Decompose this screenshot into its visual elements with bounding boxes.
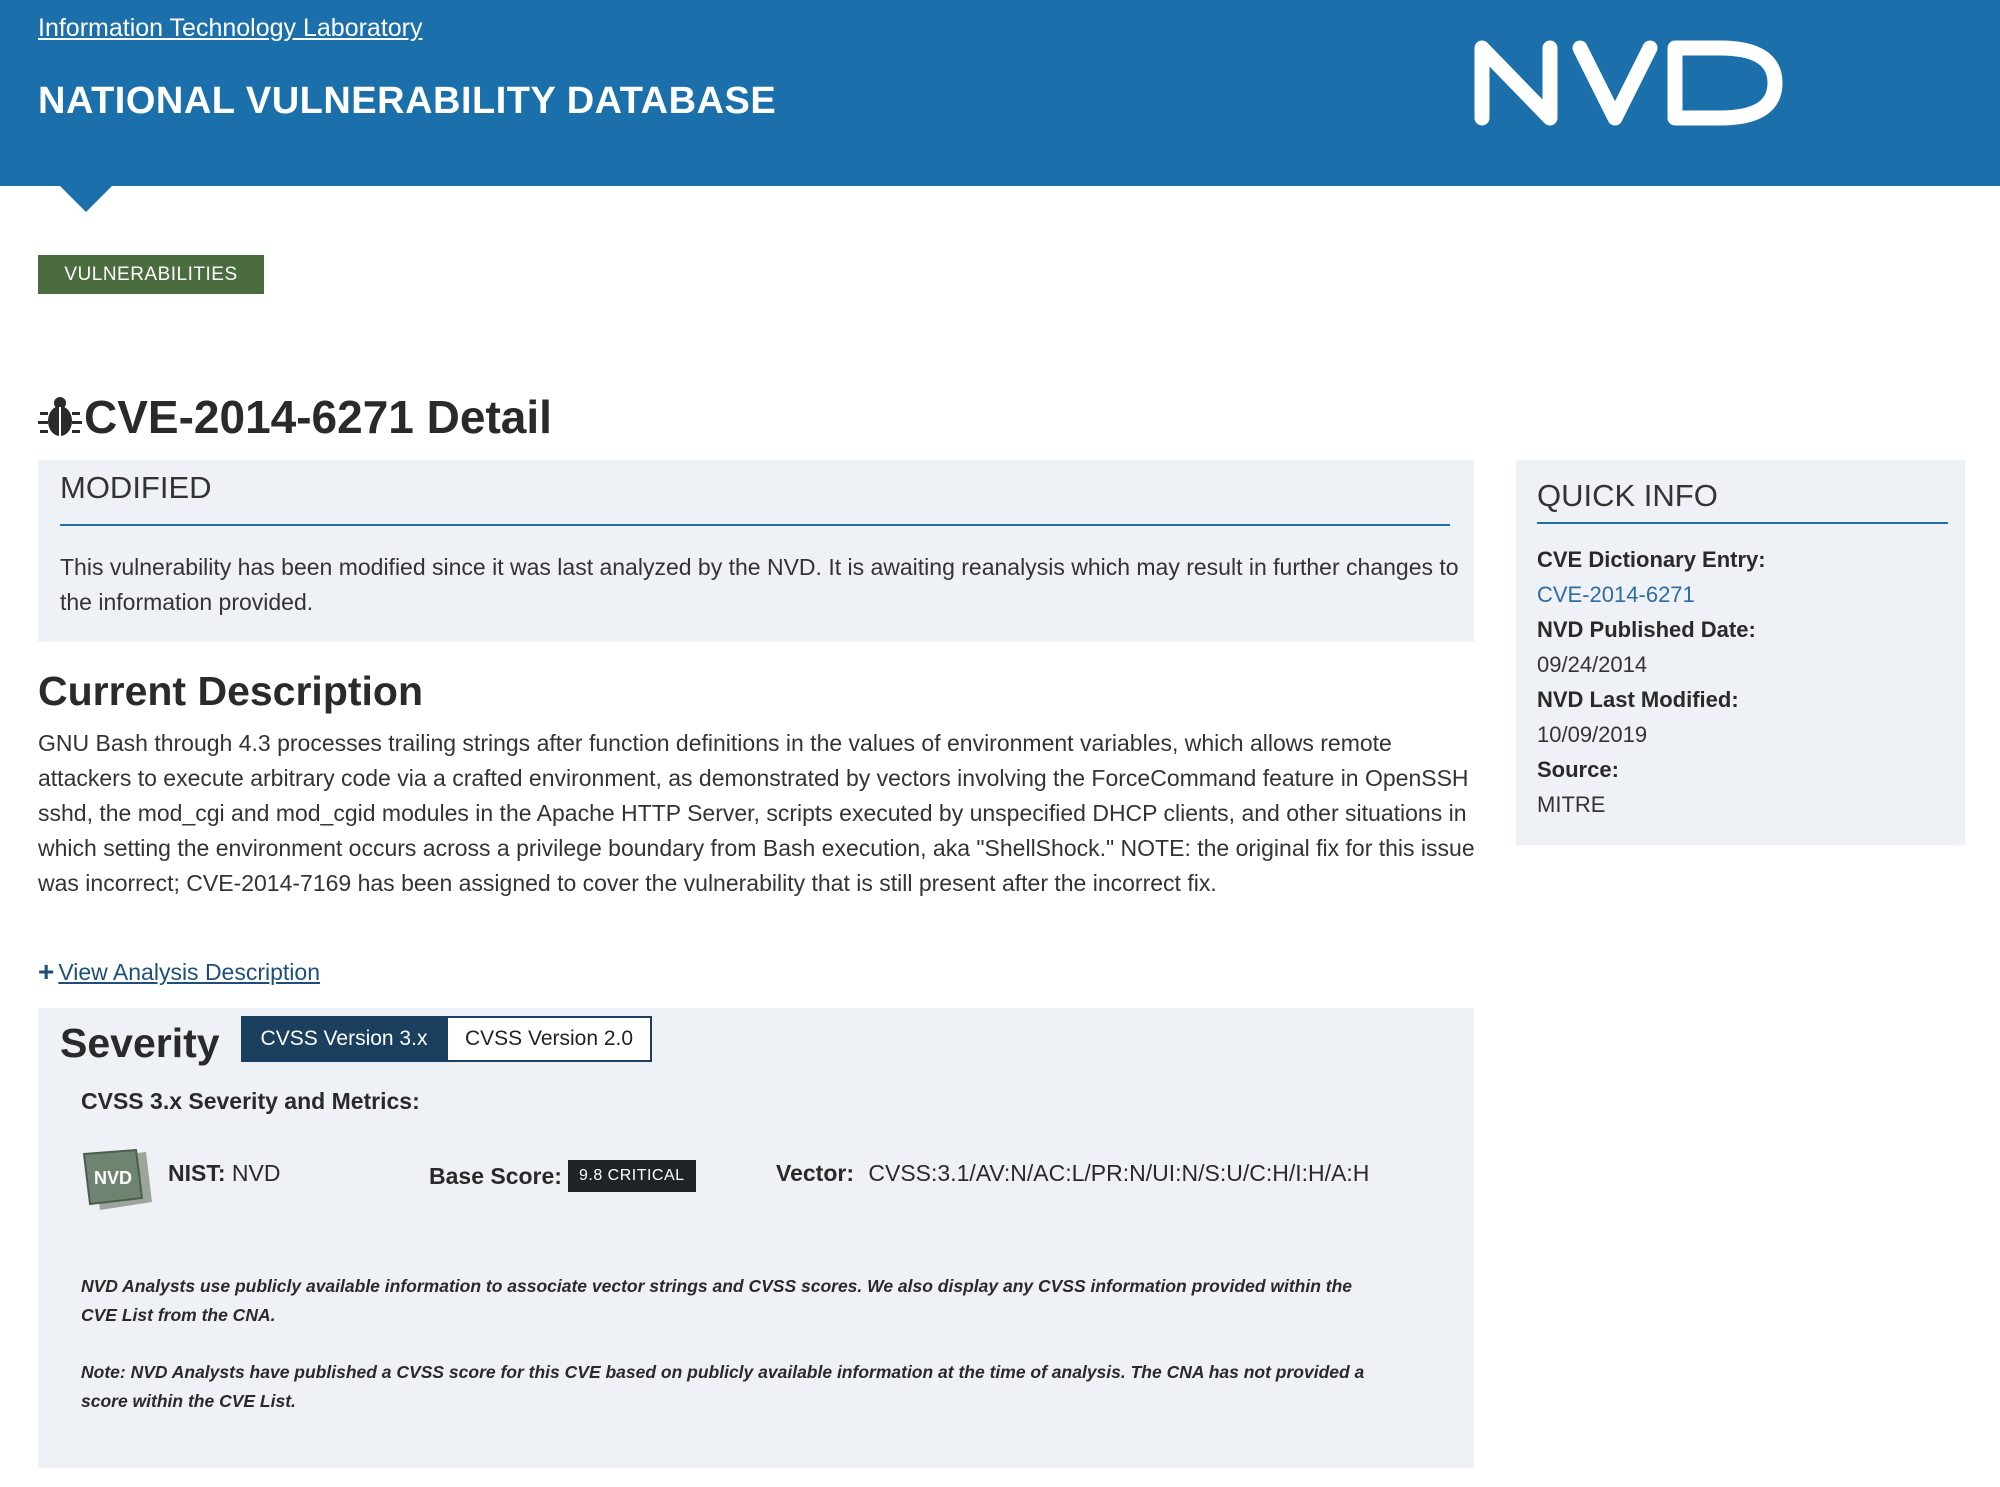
base-score-badge[interactable]: 9.8 CRITICAL bbox=[567, 1160, 696, 1192]
cna-note: Note: NVD Analysts have published a CVSS… bbox=[81, 1362, 1365, 1411]
base-score-row: Base Score: 9.8 CRITICAL bbox=[429, 1160, 696, 1192]
nist-row: NIST: NVD bbox=[168, 1160, 280, 1187]
nvd-badge-icon: NVD bbox=[82, 1148, 152, 1210]
severity-title: Severity bbox=[60, 1020, 220, 1066]
quick-info-title: QUICK INFO bbox=[1537, 478, 1718, 513]
header-notch bbox=[60, 186, 112, 212]
tab-cvss-2[interactable]: CVSS Version 2.0 bbox=[446, 1016, 652, 1062]
current-description-text: GNU Bash through 4.3 processes trailing … bbox=[38, 730, 1475, 896]
last-modified-value: 10/09/2019 bbox=[1537, 722, 1648, 747]
vector-value: CVSS:3.1/AV:N/AC:L/PR:N/UI:N/S:U/C:H/I:H… bbox=[868, 1160, 1370, 1186]
modified-notice: MODIFIED This vulnerability has been mod… bbox=[38, 460, 1474, 642]
severity-section: Severity CVSS Version 3.x CVSS Version 2… bbox=[38, 1008, 1474, 1468]
published-date-label: NVD Published Date: bbox=[1537, 617, 1756, 642]
vector-label: Vector: bbox=[776, 1160, 854, 1186]
dictionary-entry-label: CVE Dictionary Entry: bbox=[1537, 547, 1766, 572]
page-title: CVE-2014-6271 Detail bbox=[38, 390, 552, 444]
breadcrumb-vulnerabilities[interactable]: VULNERABILITIES bbox=[38, 255, 264, 294]
metrics-heading: CVSS 3.x Severity and Metrics: bbox=[81, 1088, 420, 1114]
bug-icon bbox=[38, 397, 82, 436]
site-header: Information Technology Laboratory NATION… bbox=[0, 0, 2000, 186]
current-description-heading: Current Description bbox=[38, 668, 423, 714]
vector-row: Vector: CVSS:3.1/AV:N/AC:L/PR:N/UI:N/S:U… bbox=[776, 1160, 1369, 1187]
nvd-logo[interactable] bbox=[1470, 36, 1790, 126]
quick-info-list: CVE Dictionary Entry: CVE-2014-6271 NVD … bbox=[1537, 542, 1766, 822]
nist-label: NIST: bbox=[168, 1160, 226, 1186]
nist-value: NVD bbox=[231, 1160, 281, 1186]
base-score-label: Base Score: bbox=[429, 1162, 562, 1189]
tab-cvss-3x[interactable]: CVSS Version 3.x bbox=[241, 1016, 447, 1062]
last-modified-label: NVD Last Modified: bbox=[1537, 687, 1739, 712]
modified-title: MODIFIED bbox=[60, 470, 212, 505]
modified-text: This vulnerability has been modified sin… bbox=[60, 554, 1459, 615]
view-analysis-label: View Analysis Description bbox=[58, 958, 320, 985]
plus-icon: + bbox=[38, 956, 55, 987]
itl-link[interactable]: Information Technology Laboratory bbox=[38, 14, 423, 43]
svg-text:NVD: NVD bbox=[94, 1168, 132, 1188]
published-date-value: 09/24/2014 bbox=[1537, 652, 1648, 677]
page-title-text: CVE-2014-6271 Detail bbox=[84, 391, 552, 443]
site-title[interactable]: NATIONAL VULNERABILITY DATABASE bbox=[38, 80, 776, 123]
source-value: MITRE bbox=[1537, 792, 1606, 817]
divider bbox=[1537, 522, 1948, 524]
dictionary-entry-link[interactable]: CVE-2014-6271 bbox=[1537, 582, 1695, 607]
source-label: Source: bbox=[1537, 757, 1619, 782]
view-analysis-description-link[interactable]: + View Analysis Description bbox=[38, 958, 320, 986]
divider bbox=[60, 524, 1450, 526]
analyst-note: NVD Analysts use publicly available info… bbox=[81, 1276, 1353, 1325]
quick-info-panel: QUICK INFO CVE Dictionary Entry: CVE-201… bbox=[1516, 460, 1965, 845]
